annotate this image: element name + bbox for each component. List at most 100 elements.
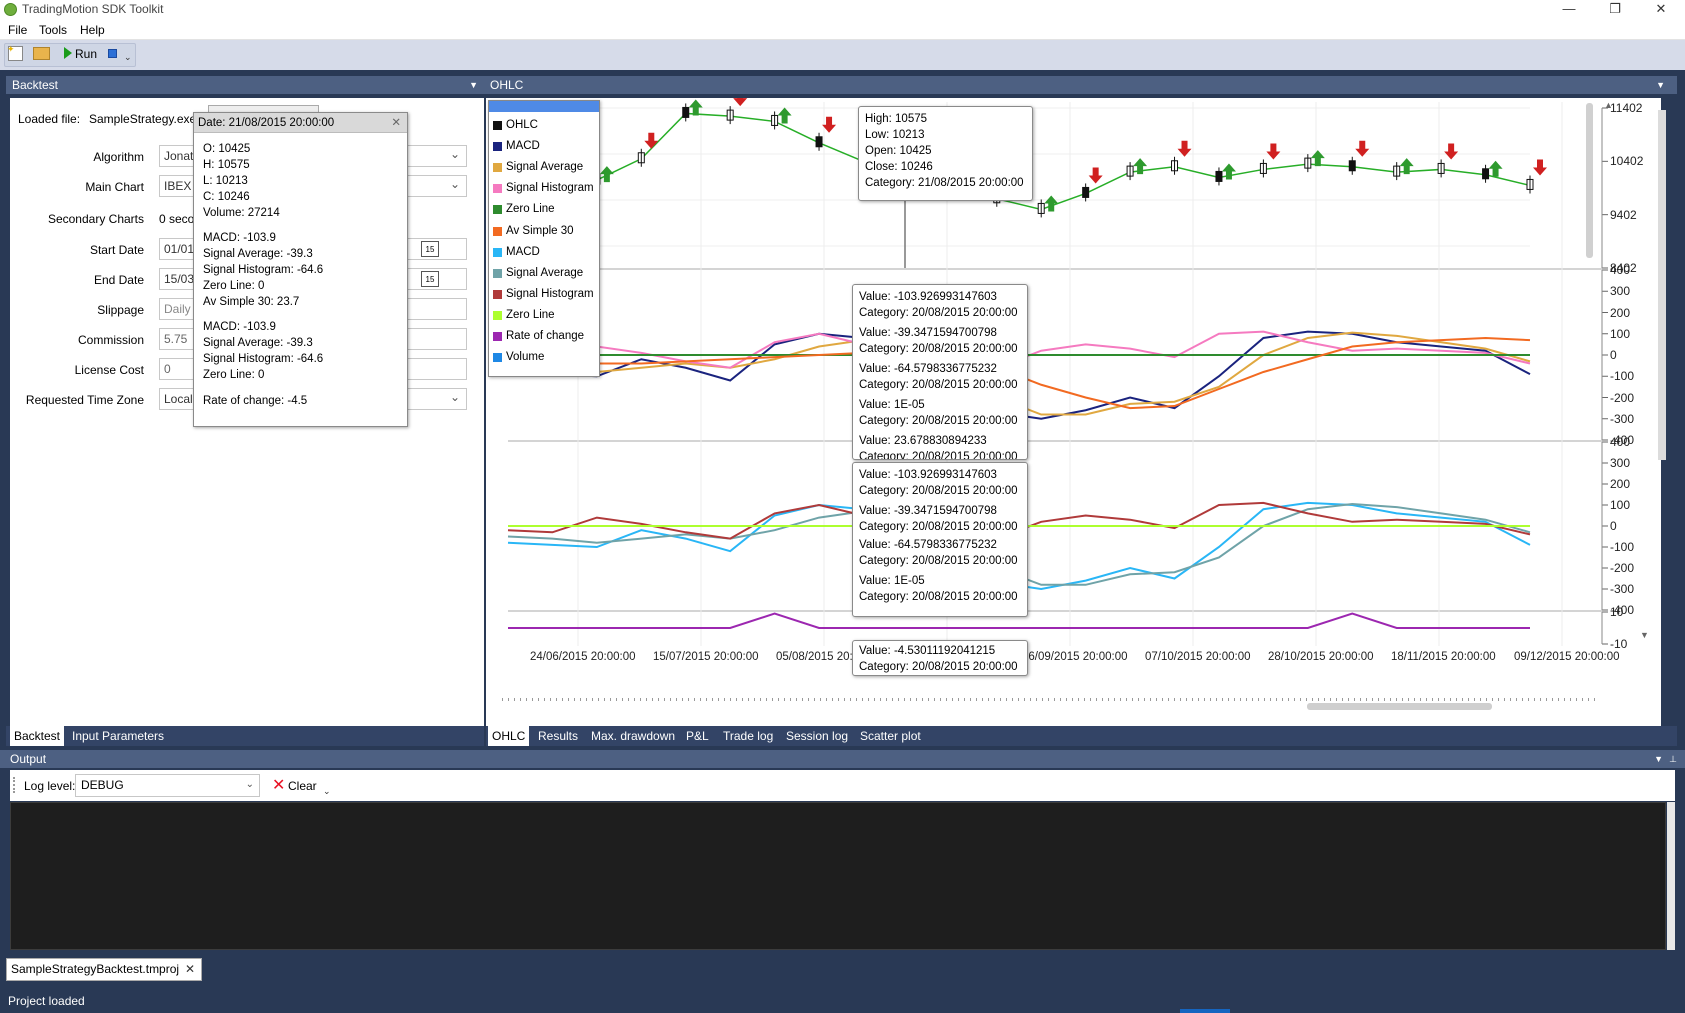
slippage-label: Slippage <box>97 303 144 317</box>
legend-swatch <box>493 121 502 130</box>
chart-horizontal-scrollbar[interactable] <box>1307 703 1492 710</box>
output-scrollbar[interactable] <box>1667 802 1675 950</box>
buy-arrow-icon <box>777 107 792 124</box>
legend-label: MACD <box>506 140 540 153</box>
document-tab[interactable]: SampleStrategyBacktest.tmproj ✕ <box>6 958 202 981</box>
chart-tabs: OHLC Results Max. drawdown P&L Trade log… <box>486 726 1677 746</box>
tooltip-line: Category: 21/08/2015 20:00:00 <box>865 177 1024 189</box>
panel-menu-icon[interactable]: ▼ <box>1656 76 1665 94</box>
end-date-calendar-icon[interactable]: 15 <box>421 271 439 287</box>
tooltip-line: Close: 10246 <box>865 161 933 173</box>
minimize-button[interactable]: — <box>1546 0 1592 20</box>
y-tick-label: 400 <box>1610 435 1631 449</box>
info-line: Signal Average: -39.3 <box>203 337 313 349</box>
legend-label: Signal Average <box>506 266 584 279</box>
sell-arrow-icon <box>733 98 748 107</box>
tab-results[interactable]: Results <box>534 726 582 746</box>
license-cost-value: 0 <box>164 362 171 376</box>
main-chart-value: IBEX <box>164 179 192 193</box>
backtest-tabs: Backtest Input Parameters <box>6 726 484 746</box>
legend-header <box>489 101 599 112</box>
pin-icon[interactable]: ⊥ <box>1669 750 1677 768</box>
y-tick-label: 0 <box>1610 348 1617 362</box>
restore-button[interactable]: ❐ <box>1592 0 1638 20</box>
x-tick-label: 16/09/2015 20:00:00 <box>1022 651 1128 663</box>
status-bar: Project loaded <box>0 990 1685 1013</box>
output-console[interactable] <box>10 802 1666 950</box>
status-indicator <box>1180 1009 1230 1013</box>
tab-ohlc[interactable]: OHLC <box>488 726 530 746</box>
algorithm-value: Jonat <box>164 149 194 163</box>
tab-session-log[interactable]: Session log <box>782 726 852 746</box>
sell-arrow-icon <box>1088 167 1103 184</box>
clear-icon[interactable]: ✕ <box>272 775 285 795</box>
menu-help[interactable]: Help <box>80 23 105 37</box>
legend-swatch <box>493 332 502 341</box>
info-line: C: 10246 <box>203 191 250 203</box>
tab-scatter-plot[interactable]: Scatter plot <box>856 726 925 746</box>
y-tick-label: 200 <box>1610 305 1631 320</box>
y-tick-label: 400 <box>1610 263 1631 277</box>
commission-label: Commission <box>77 333 144 347</box>
menu-file[interactable]: File <box>8 23 27 37</box>
y-tick-label: -200 <box>1610 561 1635 575</box>
toolbar-overflow-icon[interactable]: ⌄ <box>323 786 331 797</box>
end-date-label: End Date <box>93 273 144 287</box>
time-zone-label: Requested Time Zone <box>25 393 144 407</box>
legend-label: Zero Line <box>506 308 555 321</box>
legend-label: Signal Average <box>506 161 584 174</box>
info-line: Signal Histogram: -64.6 <box>203 264 324 276</box>
tab-trade-log[interactable]: Trade log <box>719 726 777 746</box>
tab-input-parameters[interactable]: Input Parameters <box>68 726 168 746</box>
buy-arrow-icon <box>599 166 614 183</box>
info-line: H: 10575 <box>203 159 250 171</box>
macd-tooltip: Value: -103.926993147603 Category: 20/08… <box>852 284 1028 460</box>
clear-button[interactable]: Clear <box>288 779 317 793</box>
legend-label: Signal Histogram <box>506 182 594 195</box>
tab-backtest[interactable]: Backtest <box>10 726 65 746</box>
toolbar-overflow-icon[interactable]: ⌄ <box>124 52 132 63</box>
menu-tools[interactable]: Tools <box>39 23 67 37</box>
close-button[interactable]: ✕ <box>1638 0 1684 20</box>
output-panel-title: Output <box>10 752 47 766</box>
app-logo-icon <box>4 3 17 16</box>
y-tick-label: 100 <box>1610 326 1631 341</box>
legend-label: OHLC <box>506 119 538 131</box>
tooltip-line: Value: 1E-05 <box>859 399 925 411</box>
run-button[interactable]: Run <box>75 47 97 61</box>
buy-arrow-icon <box>1488 160 1503 177</box>
algorithm-label: Algorithm <box>93 150 144 164</box>
tooltip-line: Value: -64.5798336775232 <box>859 539 997 551</box>
secondary-charts-value[interactable]: 0 seco <box>159 212 194 226</box>
chart-legend: OHLC MACD Signal Average Signal Histogram Ze… <box>488 100 600 377</box>
start-date-calendar-icon[interactable]: 15 <box>421 241 439 257</box>
panel-menu-icon[interactable]: ▼ <box>1654 750 1663 768</box>
x-axis-ruler <box>502 698 1600 701</box>
legend-swatch <box>493 142 502 152</box>
close-tab-icon[interactable]: ✕ <box>185 959 195 980</box>
popup-close-icon[interactable]: ✕ <box>391 113 401 133</box>
log-level-value: DEBUG <box>81 778 124 792</box>
panel-vertical-scrollbar[interactable] <box>1658 110 1666 460</box>
tooltip-line: Category: 20/08/2015 20:00:00 <box>859 451 1018 460</box>
stop-icon[interactable] <box>108 49 117 58</box>
sell-arrow-icon <box>1533 159 1547 176</box>
title-bar <box>0 0 1685 20</box>
new-file-icon[interactable]: ✦ <box>7 44 23 61</box>
run-icon[interactable] <box>64 47 72 59</box>
open-folder-icon[interactable] <box>33 47 50 60</box>
legend-swatch <box>493 353 502 363</box>
tab-max-drawdown[interactable]: Max. drawdown <box>587 726 679 746</box>
log-level-label: Log level: <box>24 779 76 793</box>
legend-swatch <box>493 289 502 299</box>
tab-pnl[interactable]: P&L <box>682 726 713 746</box>
panel-menu-icon[interactable]: ▼ <box>469 76 478 94</box>
chart-vertical-scrollbar[interactable] <box>1586 103 1593 258</box>
toolbar <box>0 40 1685 70</box>
tooltip-line: Category: 20/08/2015 20:00:00 <box>859 591 1018 603</box>
log-level-select[interactable]: DEBUG ⌄ <box>75 774 260 797</box>
chart-canvas[interactable]: ▲▼ <box>490 98 1660 728</box>
buy-arrow-icon <box>1044 195 1059 212</box>
commission-value: 5.75 <box>164 332 188 346</box>
x-tick-label: 07/10/2015 20:00:00 <box>1145 651 1251 663</box>
